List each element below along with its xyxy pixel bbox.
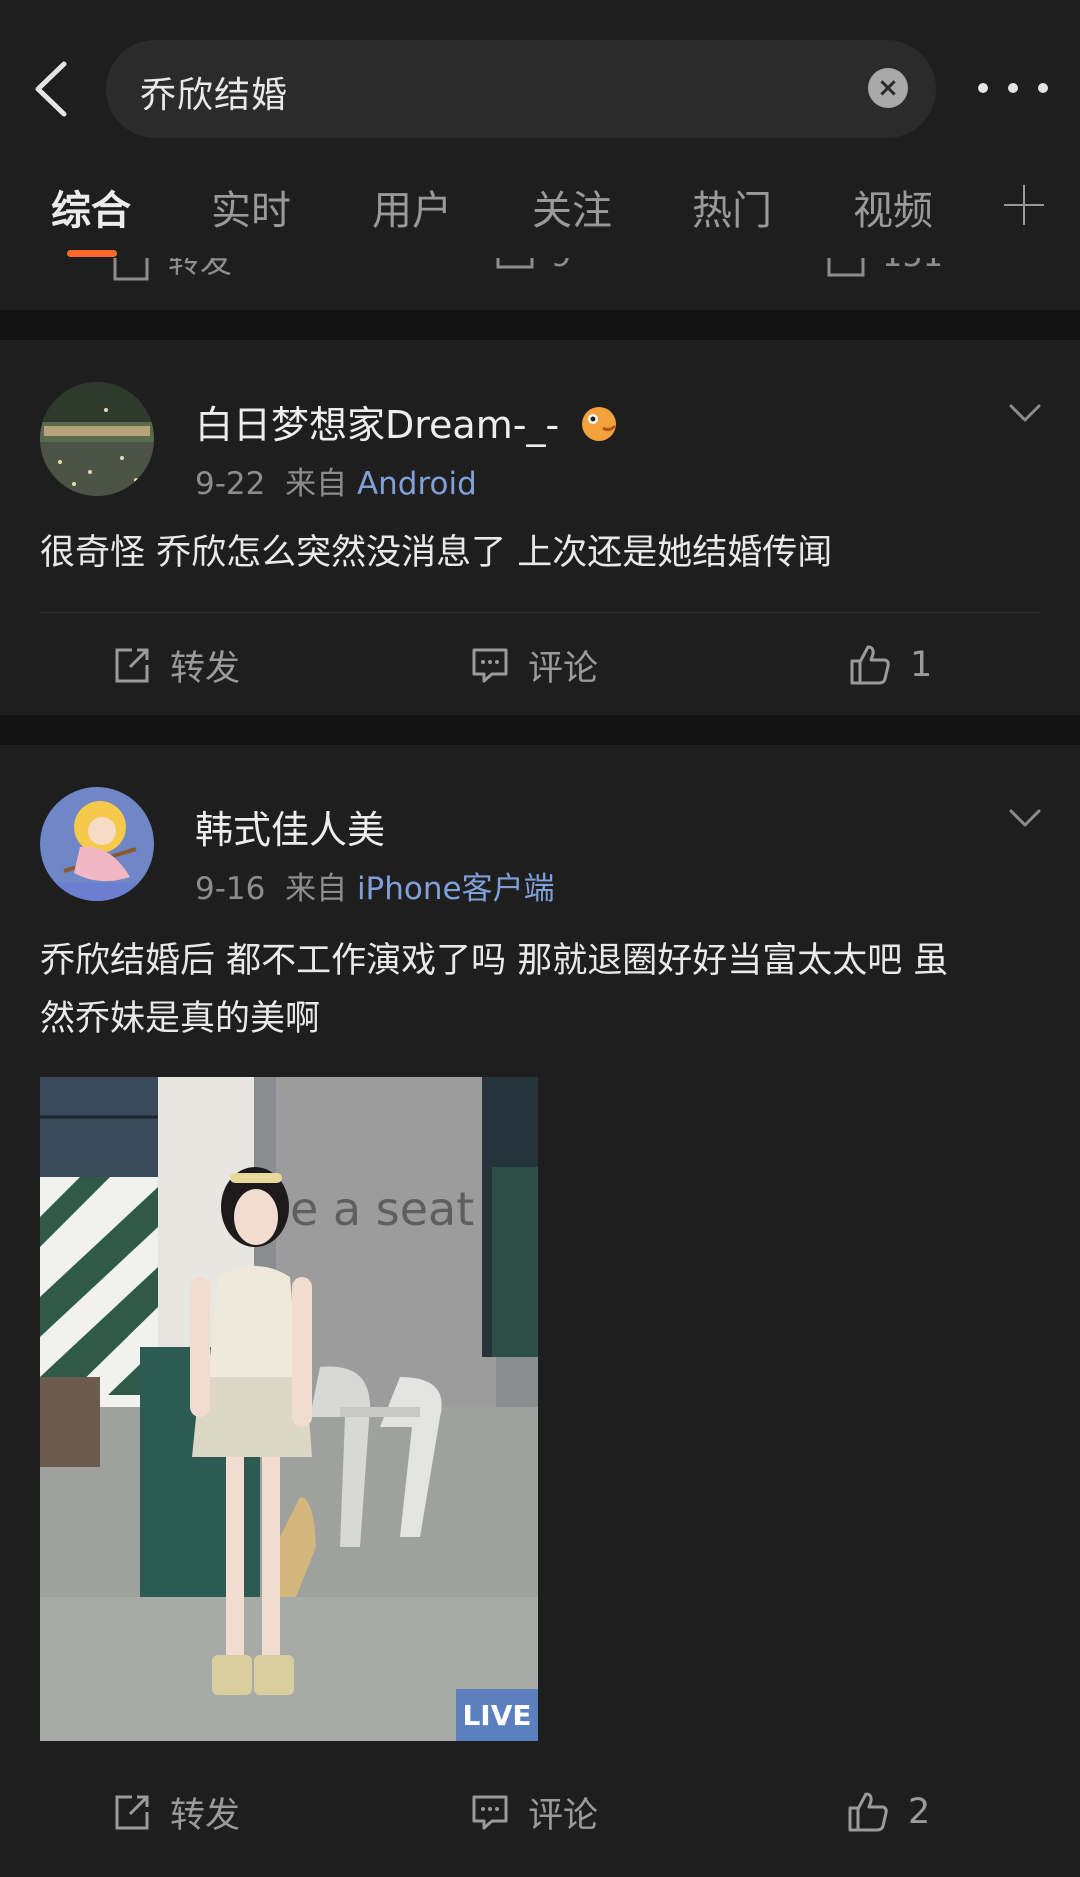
post-photo[interactable]: e a seat LIVE [40,1077,538,1741]
username-row[interactable]: 白日梦想家Dream-_- [195,394,619,449]
search-results-page: 乔欣结婚 × 综合 实时 用户 关注 热门 视频 转发 9 [0,0,1080,1877]
photo-image: e a seat [40,1077,538,1741]
back-button[interactable] [30,58,78,120]
thumbs-up-icon [848,1792,888,1832]
dot-icon [1038,83,1048,93]
sign-text: e a seat [290,1182,474,1236]
tab-following[interactable]: 关注 [532,178,612,236]
like-count: 1 [910,645,933,685]
tab-hot[interactable]: 热门 [692,178,772,236]
repost-icon [115,648,149,683]
like-button[interactable]: 151 [826,258,943,277]
search-input[interactable]: 乔欣结婚 × [106,40,936,138]
dot-icon [1008,83,1018,93]
source-link[interactable]: Android [357,466,477,502]
post-meta: 9-22 来自 Android [195,458,477,503]
search-header: 乔欣结婚 × 综合 实时 用户 关注 热门 视频 [0,0,1080,270]
repost-icon [115,1795,149,1830]
username: 白日梦想家Dream-_- [195,403,560,447]
comment-icon [472,1795,508,1830]
source-prefix: 来自 [285,871,348,907]
thumbs-up-icon [827,258,865,277]
repost-label: 转发 [170,1795,241,1836]
post-text: 很奇怪 乔欣怎么突然没消息了 上次还是她结婚传闻 [40,533,833,573]
post-card[interactable]: 韩式佳人美 9-16 来自 iPhone客户端 乔欣结婚后 都不工作演戏了吗 那… [0,745,1080,1877]
comment-button[interactable]: 评论 [470,635,598,695]
more-options-button[interactable] [978,70,1048,106]
comment-button[interactable]: 评论 [470,1782,598,1842]
tab-comprehensive[interactable]: 综合 [51,178,131,236]
post-actions: 转发 评论 2 [0,1782,1080,1842]
post-card[interactable]: 白日梦想家Dream-_- 9-22 来自 Android 很奇怪 乔欣怎么突然… [0,340,1080,715]
divider [40,612,1040,613]
fish-emoji-icon [582,407,617,441]
repost-icon [113,258,149,281]
tab-users[interactable]: 用户 [372,178,452,236]
post-date: 9-16 [195,871,266,907]
post-text-line: 乔欣结婚后 都不工作演戏了吗 那就退圈好好当富太太吧 虽 [40,941,949,981]
post-date: 9-22 [195,466,266,502]
like-button[interactable]: 1 [848,635,932,695]
avatar-image [40,787,154,901]
repost-label: 转发 [168,258,233,280]
repost-label: 转发 [170,648,241,689]
comment-icon [496,258,534,269]
repost-button[interactable]: 转发 [112,1782,240,1842]
thumbs-up-icon [850,645,890,685]
dot-icon [978,83,988,93]
comment-label: 评论 [528,1795,599,1836]
avatar[interactable] [40,787,154,901]
tab-video[interactable]: 视频 [853,178,933,236]
post-actions: 转发 评论 1 [0,635,1080,695]
tab-bar: 综合 实时 用户 关注 热门 视频 [0,178,1080,248]
active-tab-indicator [67,250,117,257]
like-button[interactable]: 2 [846,1782,930,1842]
add-tab-icon[interactable] [1004,185,1044,225]
comment-button[interactable]: 9 [495,258,571,277]
previous-post-actions: 转发 9 151 [0,258,1080,310]
repost-button[interactable]: 转发 [112,258,232,283]
chevron-left-icon [35,61,67,117]
search-query-text: 乔欣结婚 [140,75,289,116]
comment-label: 评论 [528,648,599,689]
like-count: 151 [882,258,943,274]
chevron-down-icon[interactable] [1008,801,1042,835]
source-prefix: 来自 [285,466,348,502]
avatar-image [40,382,154,496]
like-count: 2 [908,1792,931,1832]
live-badge: LIVE [456,1689,538,1741]
source-link[interactable]: iPhone客户端 [357,871,555,907]
comment-icon [472,648,508,683]
repost-button[interactable]: 转发 [112,635,240,695]
tab-realtime[interactable]: 实时 [211,178,291,236]
avatar[interactable] [40,382,154,496]
clear-icon[interactable]: × [868,68,908,108]
post-text-line: 然乔妹是真的美啊 [40,999,321,1039]
post-text: 乔欣结婚后 都不工作演戏了吗 那就退圈好好当富太太吧 虽 然乔妹是真的美啊 [40,932,1040,1048]
post-meta: 9-16 来自 iPhone客户端 [195,863,555,908]
chevron-down-icon[interactable] [1008,396,1042,430]
comment-count: 9 [551,258,571,274]
username[interactable]: 韩式佳人美 [195,799,385,854]
